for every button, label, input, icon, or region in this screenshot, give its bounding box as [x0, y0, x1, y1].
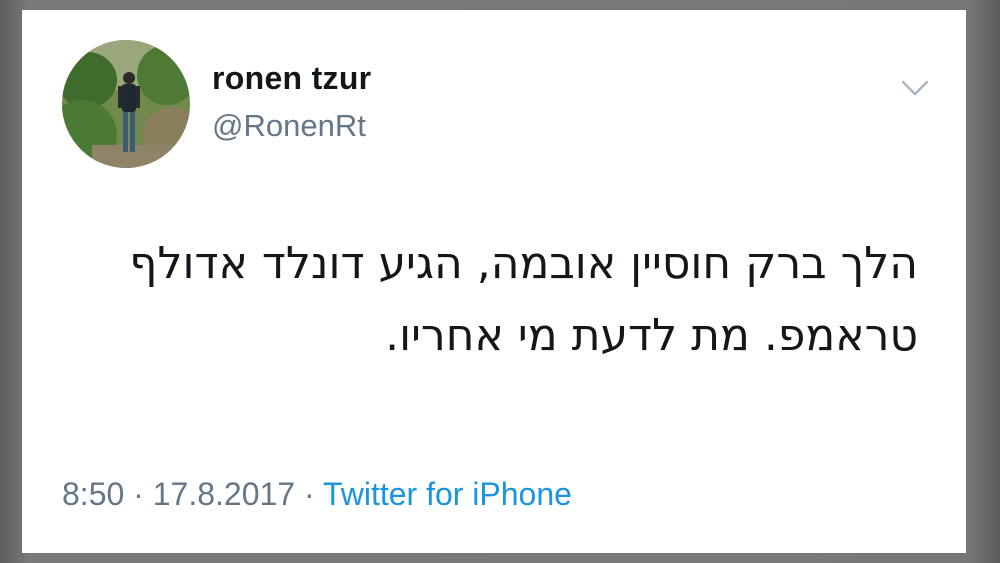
- tweet-source-link[interactable]: Twitter for iPhone: [323, 476, 572, 512]
- tweet-date[interactable]: 17.8.2017: [153, 476, 295, 512]
- display-name[interactable]: ronen tzur: [212, 60, 371, 97]
- tweet-text: הלך ברק חוסיין אובמה, הגיע דונלד אדולף טר…: [58, 228, 918, 372]
- tweet-text-line-2: טראמפ. מת לדעת מי אחריו.: [385, 310, 918, 361]
- tweet-meta: 8:50 · 17.8.2017 · Twitter for iPhone: [62, 476, 572, 513]
- user-handle[interactable]: @RonenRt: [212, 108, 366, 144]
- tweet-card: ronen tzur @RonenRt הלך ברק חוסיין אובמה…: [22, 10, 966, 553]
- avatar[interactable]: [62, 40, 190, 168]
- meta-separator: ·: [133, 476, 144, 512]
- screenshot-frame: ronen tzur @RonenRt הלך ברק חוסיין אובמה…: [0, 0, 1000, 563]
- avatar-photo: [62, 40, 190, 168]
- tweet-text-line-1: הלך ברק חוסיין אובמה, הגיע דונלד אדולף: [129, 238, 918, 289]
- meta-separator: ·: [303, 476, 315, 512]
- chevron-down-icon[interactable]: [899, 76, 931, 100]
- tweet-time[interactable]: 8:50: [62, 476, 124, 512]
